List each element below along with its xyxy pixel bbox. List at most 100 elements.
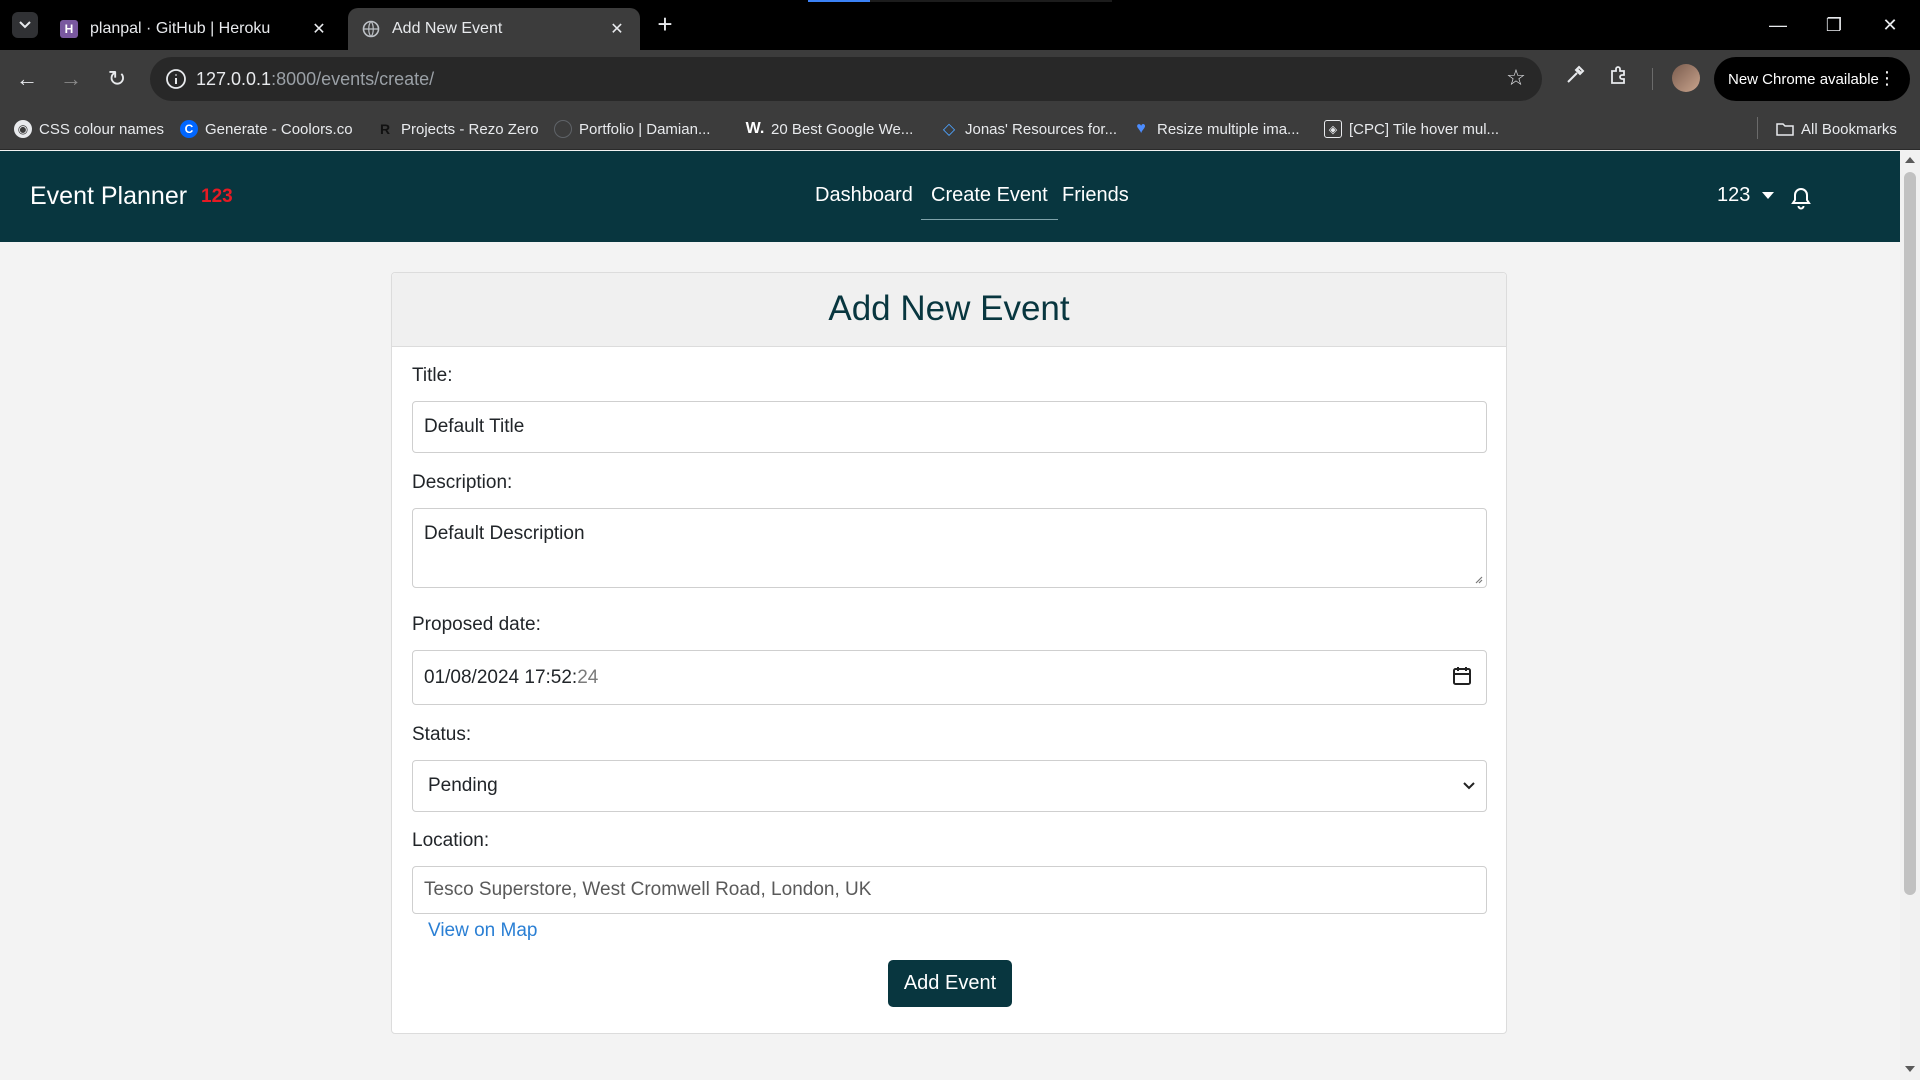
nav-link-create-event[interactable]: Create Event [921, 184, 1058, 220]
bookmark-label: Projects - Rezo Zero [401, 120, 539, 138]
heart-icon: ♥ [1136, 120, 1146, 137]
bookmark-label: Resize multiple ima... [1157, 120, 1300, 138]
status-label: Status: [412, 724, 472, 745]
new-tab-button[interactable]: + [652, 11, 678, 38]
proposed-date-input[interactable]: 01/08/2024 17:52: 24 [412, 650, 1487, 705]
date-value: 01/08/2024 17:52: [424, 666, 578, 688]
chevron-down-icon [19, 21, 31, 29]
browser-tab-heroku[interactable]: H planpal · GitHub | Heroku ✕ [46, 8, 342, 50]
bookmark-item[interactable]: ♥ Resize multiple ima... [1132, 118, 1300, 140]
user-dropdown[interactable]: 123 [1717, 184, 1775, 207]
more-menu-icon[interactable]: ⋮ [1878, 67, 1896, 89]
date-seconds: 24 [577, 666, 599, 688]
tab-search-button[interactable] [12, 12, 38, 38]
update-label: New Chrome available [1728, 70, 1879, 88]
username-label: 123 [1717, 184, 1751, 206]
forward-arrow-icon[interactable]: → [56, 64, 86, 94]
site-navbar: Event Planner 123 Dashboard Create Event… [0, 151, 1900, 242]
w-letter-icon: W. [745, 120, 765, 137]
close-window-icon[interactable]: ✕ [1870, 12, 1910, 38]
card-header: Add New Event [392, 273, 1506, 347]
browser-toolbar: ← → ↻ 127.0.0.1:8000/events/create/ ☆ Ne… [0, 50, 1920, 108]
all-bookmarks-button[interactable]: All Bookmarks [1776, 118, 1897, 140]
bookmark-label: Jonas' Resources for... [965, 120, 1118, 138]
calendar-icon[interactable] [1452, 666, 1472, 686]
date-label: Proposed date: [412, 614, 541, 635]
extensions-puzzle-icon[interactable] [1604, 64, 1634, 94]
heroku-icon: H [60, 20, 78, 38]
browser-tab-add-event[interactable]: Add New Event ✕ [348, 8, 640, 50]
title-value: Default Title [424, 416, 525, 437]
minimize-icon[interactable]: — [1758, 12, 1798, 38]
page-title: Add New Event [828, 289, 1070, 328]
bookmark-item[interactable]: W. 20 Best Google We... [745, 118, 914, 140]
portfolio-icon [554, 120, 572, 138]
tab-title: Add New Event [392, 20, 503, 37]
close-icon[interactable]: ✕ [310, 19, 328, 39]
bookmark-label: Generate - Coolors.co [205, 120, 353, 138]
url-path: :8000/events/create/ [271, 69, 435, 89]
location-value: Tesco Superstore, West Cromwell Road, Lo… [424, 879, 872, 900]
nav-link-dashboard[interactable]: Dashboard [815, 184, 913, 207]
restore-icon[interactable]: ❐ [1814, 12, 1854, 38]
bookmark-item[interactable]: C Generate - Coolors.co [180, 118, 353, 140]
reload-icon[interactable]: ↻ [102, 64, 132, 94]
bookmark-item[interactable]: ◉ CSS colour names [14, 118, 164, 140]
add-event-card: Add New Event Title: Default Title Descr… [391, 272, 1507, 1034]
toolbar-divider [1652, 68, 1653, 90]
location-label: Location: [412, 830, 490, 851]
browser-tab-bar: H planpal · GitHub | Heroku ✕ Add New Ev… [0, 0, 1920, 50]
globe-icon [362, 20, 380, 38]
scroll-down-icon[interactable] [1905, 1066, 1915, 1072]
chrome-update-button[interactable]: New Chrome available ⋮ [1714, 57, 1910, 101]
tab-title: planpal · GitHub | Heroku [90, 20, 271, 37]
scroll-up-icon[interactable] [1905, 157, 1915, 163]
address-bar[interactable]: 127.0.0.1:8000/events/create/ ☆ [150, 57, 1542, 101]
view-on-map-link[interactable]: View on Map [428, 920, 538, 942]
close-icon[interactable]: ✕ [608, 19, 626, 39]
rezo-zero-icon: R [379, 121, 391, 137]
bell-icon[interactable] [1790, 186, 1812, 210]
chevron-down-icon [1463, 782, 1475, 790]
profile-avatar[interactable] [1672, 64, 1700, 92]
site-info-icon[interactable] [164, 67, 188, 91]
description-label: Description: [412, 472, 513, 493]
bookmark-item[interactable]: ◈ [CPC] Tile hover mul... [1324, 118, 1499, 140]
bookmark-label: [CPC] Tile hover mul... [1349, 120, 1500, 138]
folder-icon [1776, 120, 1794, 138]
description-value: Default Description [424, 523, 585, 544]
bookmarks-bar: ◉ CSS colour names C Generate - Coolors.… [0, 108, 1920, 150]
bookmark-item[interactable]: Portfolio | Damian... [554, 118, 710, 140]
url-host: 127.0.0.1 [196, 69, 272, 89]
eyedropper-icon[interactable] [1560, 64, 1590, 94]
brand-logo[interactable]: Event Planner [30, 182, 187, 211]
back-arrow-icon[interactable]: ← [12, 64, 42, 94]
bookmark-item[interactable]: R Projects - Rezo Zero [376, 118, 539, 140]
globe-icon: ◉ [14, 120, 32, 138]
bookmark-label: 20 Best Google We... [771, 120, 914, 138]
page-viewport: Event Planner 123 Dashboard Create Event… [0, 151, 1900, 1080]
bookmark-label: CSS colour names [39, 120, 165, 138]
title-label: Title: [412, 365, 453, 386]
add-event-button[interactable]: Add Event [888, 960, 1012, 1007]
bookmark-star-icon[interactable]: ☆ [1504, 66, 1528, 90]
caret-down-icon [1762, 192, 1775, 199]
status-value: Pending [428, 775, 498, 796]
location-input[interactable]: Tesco Superstore, West Cromwell Road, Lo… [412, 866, 1487, 914]
title-input[interactable]: Default Title [412, 401, 1487, 453]
bookmarks-divider [1757, 117, 1758, 139]
tab-strip-indicator [808, 0, 1112, 2]
diamond-icon: ◇ [942, 121, 956, 138]
notification-count-badge: 123 [201, 186, 233, 207]
nav-link-friends[interactable]: Friends [1062, 184, 1129, 207]
codepen-icon: ◈ [1324, 120, 1342, 138]
bookmark-label: Portfolio | Damian... [579, 120, 711, 138]
scrollbar-thumb[interactable] [1904, 172, 1916, 895]
url-text: 127.0.0.1:8000/events/create/ [196, 69, 434, 90]
resize-handle-icon[interactable] [1473, 574, 1483, 584]
coolors-icon: C [180, 120, 198, 138]
page-scrollbar[interactable] [1900, 151, 1920, 1080]
bookmark-item[interactable]: ◇ Jonas' Resources for... [940, 118, 1117, 140]
description-textarea[interactable]: Default Description [412, 508, 1487, 588]
status-select[interactable]: Pending [412, 760, 1487, 812]
